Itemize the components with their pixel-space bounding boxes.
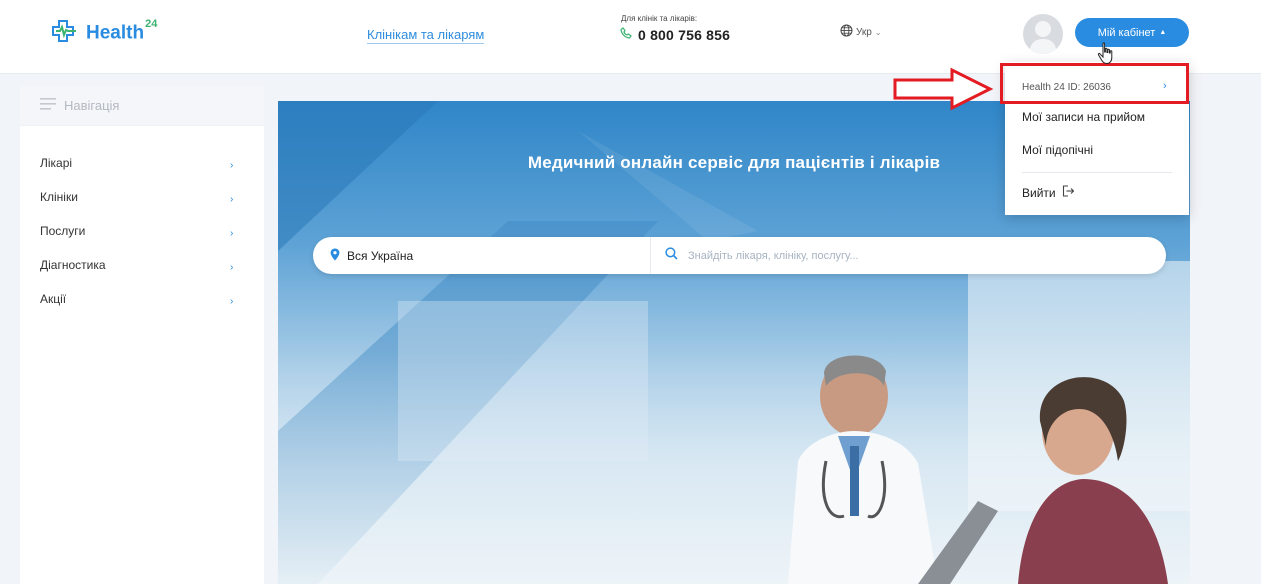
sidebar: Навігація Лікарі › Клініки › Послуги › Д… [20, 86, 264, 584]
logout-label: Вийти [1022, 185, 1056, 200]
language-selector[interactable]: Укр ⌄ [840, 24, 882, 40]
phone-row[interactable]: 0 800 756 856 [620, 26, 730, 44]
location-pin-icon [330, 248, 340, 264]
logo-text: Health24 [86, 17, 158, 44]
my-appointments-item[interactable]: Мої записи на прийом [1022, 110, 1145, 124]
hamburger-icon [40, 98, 56, 113]
globe-icon [840, 24, 853, 40]
search-icon [665, 246, 678, 265]
sidebar-item-promotions[interactable]: Акції › [20, 286, 264, 320]
sidebar-item-label: Діагностика [40, 258, 106, 272]
phone-icon [620, 26, 632, 44]
chevron-right-icon: › [230, 160, 234, 171]
sidebar-item-services[interactable]: Послуги › [20, 218, 264, 252]
sidebar-item-diagnostics[interactable]: Діагностика › [20, 252, 264, 286]
dropdown-divider [1022, 172, 1172, 173]
sidebar-menu: Лікарі › Клініки › Послуги › Діагностика… [20, 126, 264, 320]
sidebar-item-doctors[interactable]: Лікарі › [20, 150, 264, 184]
chevron-right-icon: › [230, 296, 234, 307]
search-input[interactable] [688, 249, 1108, 262]
chevron-up-icon: ▲ [1159, 29, 1167, 36]
chevron-right-icon: › [230, 228, 234, 239]
search-bar: Вся Україна [313, 237, 1166, 274]
sidebar-title: Навігація [64, 98, 120, 113]
logout-icon [1062, 185, 1075, 200]
logo-cross-icon [48, 20, 80, 46]
language-label: Укр [856, 26, 872, 38]
sidebar-item-label: Послуги [40, 224, 86, 238]
phone-caption: Для клінік та лікарів: [621, 14, 698, 23]
my-dependents-item[interactable]: Мої підопічні [1022, 143, 1093, 157]
chevron-right-icon: › [230, 262, 234, 273]
sidebar-item-label: Лікарі [40, 156, 73, 170]
logout-item[interactable]: Вийти [1022, 185, 1075, 200]
phone-number: 0 800 756 856 [638, 27, 731, 43]
logo[interactable]: Health24 [48, 17, 158, 46]
my-cabinet-label: Мій кабінет [1097, 26, 1156, 39]
region-selector[interactable]: Вся Україна [313, 237, 651, 274]
annotation-arrow-icon [893, 67, 994, 111]
sidebar-header[interactable]: Навігація [20, 86, 264, 126]
chevron-right-icon: › [230, 194, 234, 205]
annotation-highlight-box [1000, 63, 1189, 104]
avatar[interactable] [1023, 14, 1063, 54]
sidebar-item-label: Акції [40, 292, 67, 306]
sidebar-item-label: Клініки [40, 190, 78, 204]
clinics-doctors-link[interactable]: Клінікам та лікарям [367, 27, 485, 44]
chevron-down-icon: ⌄ [874, 27, 882, 37]
my-cabinet-button[interactable]: Мій кабінет ▲ [1075, 18, 1189, 47]
region-label: Вся Україна [347, 248, 414, 263]
search-field [651, 237, 1166, 274]
sidebar-item-clinics[interactable]: Клініки › [20, 184, 264, 218]
phone-block: Для клінік та лікарів: 0 800 756 856 [620, 14, 730, 44]
hand-cursor-icon [1097, 42, 1113, 65]
